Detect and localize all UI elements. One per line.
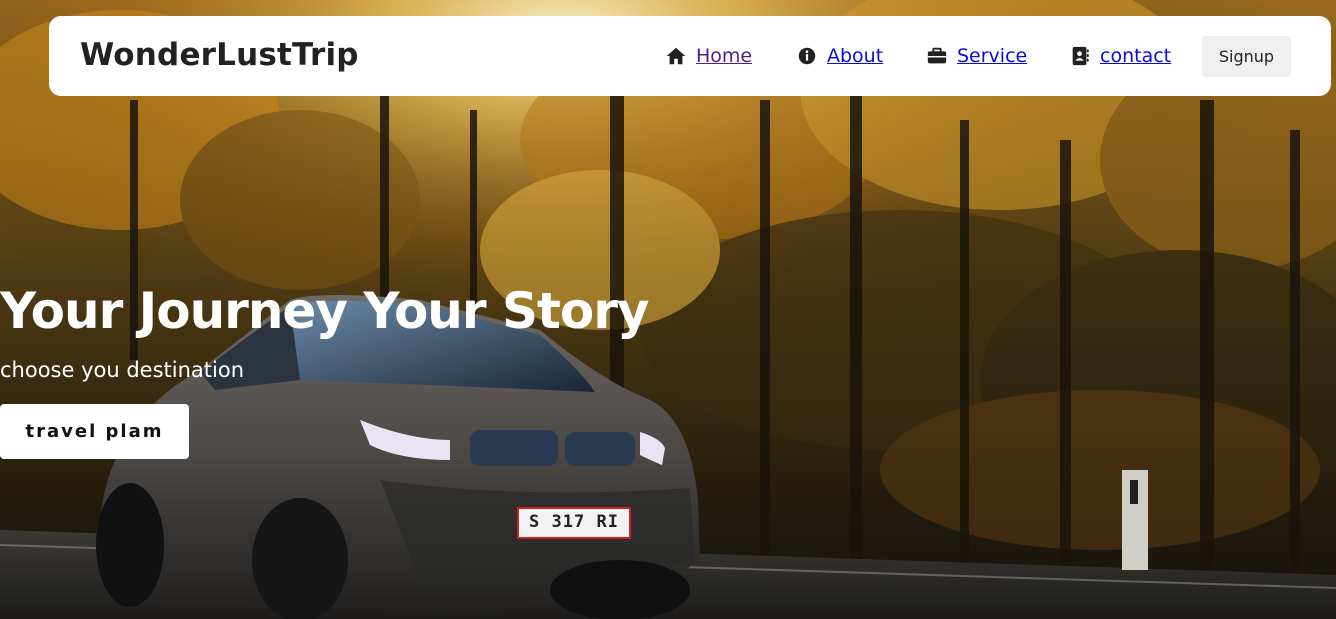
contact-book-icon [1072, 46, 1089, 66]
nav-link-contact-label[interactable]: contact [1100, 45, 1171, 67]
travel-plan-button[interactable]: travel plam [0, 404, 189, 459]
home-icon [666, 47, 686, 65]
hero-subtitle: choose you destination [0, 358, 245, 382]
brand-logo[interactable]: WonderLustTrip [80, 37, 359, 73]
hero-title: Your Journey Your Story [0, 282, 649, 340]
nav-link-home-label[interactable]: Home [696, 45, 752, 67]
nav-link-service-label[interactable]: Service [957, 45, 1027, 67]
nav-link-home[interactable]: Home [665, 44, 752, 68]
nav-link-about[interactable]: About [796, 44, 883, 68]
hero-section: S 317 RI WonderLustTrip Home About Servi… [0, 0, 1336, 619]
info-icon [798, 47, 816, 65]
nav-link-contact[interactable]: contact [1069, 44, 1171, 68]
briefcase-icon [927, 47, 947, 64]
nav-link-service[interactable]: Service [926, 44, 1027, 68]
nav-link-about-label[interactable]: About [827, 45, 883, 67]
navbar: WonderLustTrip Home About Service contac… [49, 16, 1331, 96]
signup-button[interactable]: Signup [1202, 36, 1291, 77]
license-plate-text: S 317 RI [529, 512, 619, 532]
